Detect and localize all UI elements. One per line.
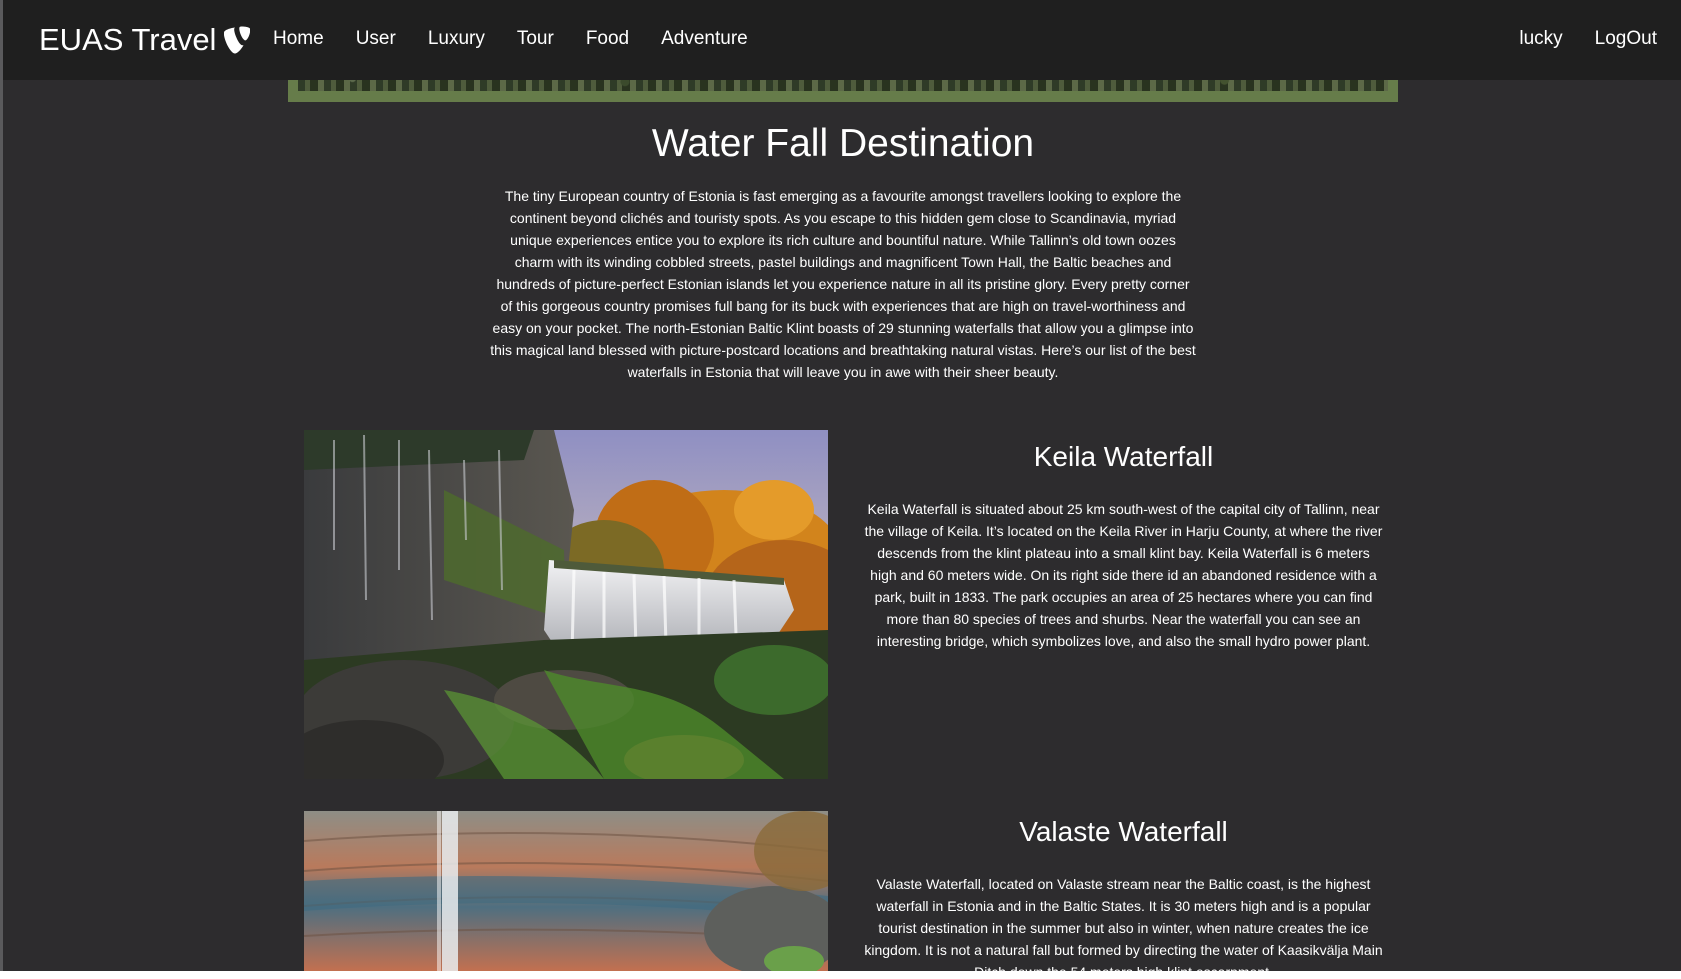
section-body: Valaste Waterfall, located on Valaste st…	[864, 876, 1383, 971]
page-title: Water Fall Destination	[651, 122, 1035, 165]
valaste-waterfall-photo	[304, 811, 828, 971]
logout-link[interactable]: LogOut	[1579, 24, 1673, 54]
user-name-link[interactable]: lucky	[1503, 24, 1578, 54]
page: EUAS Travel Home User Luxury Tour Food A…	[0, 0, 1681, 971]
nav-tour[interactable]: Tour	[501, 24, 570, 54]
keila-waterfall-photo	[304, 430, 828, 779]
user-nav: lucky LogOut	[1503, 24, 1673, 54]
brand-name: EUAS Travel	[39, 22, 217, 57]
brand-link[interactable]: EUAS Travel	[39, 20, 251, 60]
section-title: Keila Waterfall	[1033, 441, 1214, 472]
nav-luxury[interactable]: Luxury	[412, 24, 501, 54]
intro-paragraph: The tiny European country of Estonia is …	[490, 188, 1196, 380]
nav-adventure[interactable]: Adventure	[645, 24, 764, 54]
nav-food[interactable]: Food	[570, 24, 645, 54]
section-body: Keila Waterfall is situated about 25 km …	[864, 501, 1383, 649]
nav-home[interactable]: Home	[257, 24, 340, 54]
valaste-text: Valaste Waterfall Valaste Waterfall, loc…	[864, 811, 1383, 971]
main-nav: Home User Luxury Tour Food Adventure	[257, 24, 764, 54]
nav-user[interactable]: User	[340, 24, 412, 54]
section-title: Valaste Waterfall	[1019, 816, 1228, 847]
keila-text: Keila Waterfall Keila Waterfall is situa…	[864, 430, 1383, 652]
navbar: EUAS Travel Home User Luxury Tour Food A…	[3, 0, 1681, 80]
typo3-logo-icon	[224, 26, 251, 54]
